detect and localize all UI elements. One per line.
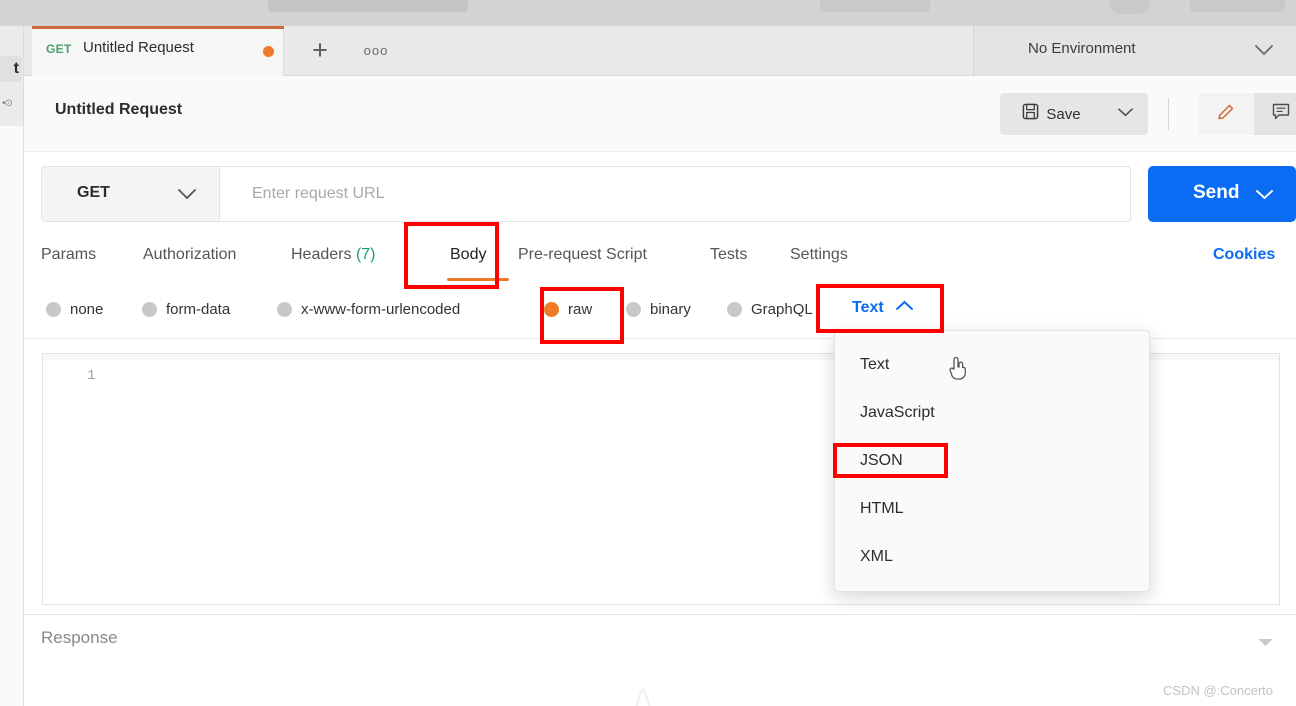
- body-type-binary[interactable]: binary: [626, 301, 691, 318]
- body-type-form-data-label: form-data: [166, 301, 231, 318]
- send-button[interactable]: Send: [1148, 166, 1296, 222]
- body-type-form-data[interactable]: form-data: [142, 301, 230, 318]
- chevron-down-icon[interactable]: [1257, 635, 1274, 653]
- content-type-selected-label: Text: [852, 299, 884, 316]
- tab-headers[interactable]: Headers (7): [291, 246, 376, 264]
- chevron-down-icon: [1254, 44, 1274, 62]
- radio-icon: [142, 302, 157, 317]
- chevron-up-icon: [894, 299, 915, 317]
- chevron-down-icon: [177, 188, 197, 206]
- active-tab-underline: [447, 278, 509, 281]
- chrome-ghost-control: [1190, 0, 1285, 12]
- request-tab-untitled[interactable]: GET Untitled Request: [32, 26, 284, 76]
- tab-headers-label: Headers: [291, 246, 352, 263]
- sidebar-partial-label: t: [0, 56, 22, 82]
- send-button-label: Send: [1193, 182, 1240, 203]
- chevron-down-icon: [1255, 188, 1274, 206]
- tab-params[interactable]: Params: [41, 246, 96, 264]
- tab-options-icon[interactable]: ooo: [358, 40, 394, 62]
- request-tab-bar: GET Untitled Request + ooo No Environmen…: [24, 26, 1296, 76]
- tab-headers-count: (7): [355, 246, 376, 263]
- chrome-ghost-avatar: [1110, 0, 1150, 14]
- radio-icon: [727, 302, 742, 317]
- save-options-button[interactable]: [1103, 93, 1148, 135]
- page-title: Untitled Request: [55, 101, 183, 118]
- body-type-raw-label: raw: [568, 301, 593, 318]
- response-pane: Response: [24, 615, 1296, 706]
- body-type-none[interactable]: none: [46, 301, 103, 318]
- chrome-ghost-item: [820, 0, 930, 12]
- new-tab-button[interactable]: +: [304, 36, 336, 66]
- menu-item-html[interactable]: HTML: [835, 485, 1151, 533]
- content-type-dropdown-trigger[interactable]: Text: [852, 299, 915, 317]
- edit-request-button[interactable]: [1198, 93, 1254, 135]
- environment-selector[interactable]: No Environment: [973, 26, 1296, 76]
- menu-item-text-label: Text: [860, 356, 890, 373]
- sidebar-lower-panel: [0, 126, 23, 706]
- body-type-graphql-label: GraphQL: [751, 301, 813, 318]
- http-method-selector[interactable]: GET: [41, 166, 219, 222]
- header-divider: [1168, 98, 1169, 130]
- radio-icon: [46, 302, 61, 317]
- tab-body[interactable]: Body: [450, 246, 486, 264]
- comment-icon: [1271, 102, 1291, 126]
- window-chrome-strip: [0, 0, 1296, 26]
- tab-settings[interactable]: Settings: [790, 246, 848, 264]
- sidebar-sliver: t •⊙: [0, 26, 24, 706]
- body-type-urlencoded[interactable]: x-www-form-urlencoded: [277, 301, 460, 318]
- menu-item-text[interactable]: Text: [835, 341, 1151, 389]
- body-type-graphql[interactable]: GraphQL: [727, 301, 813, 318]
- radio-selected-icon: [544, 302, 559, 317]
- menu-item-xml[interactable]: XML: [835, 533, 1151, 581]
- request-header-bar: Untitled Request Save: [24, 76, 1296, 152]
- request-url-input[interactable]: Enter request URL: [219, 166, 1131, 222]
- tab-name-label: Untitled Request: [83, 39, 194, 56]
- editor-line-number: 1: [87, 368, 96, 384]
- menu-item-json[interactable]: JSON: [835, 437, 1151, 485]
- request-section-tabs: Params Authorization Headers (7) Body Pr…: [24, 228, 1296, 288]
- menu-item-javascript[interactable]: JavaScript: [835, 389, 1151, 437]
- postman-app-window: t •⊙ GET Untitled Request + ooo No Envir…: [0, 0, 1296, 706]
- radio-icon: [277, 302, 292, 317]
- csdn-watermark: CSDN @:Concerto: [1163, 683, 1274, 698]
- url-bar-row: GET Enter request URL Send: [24, 152, 1296, 228]
- chevron-down-icon: [1117, 105, 1134, 123]
- save-button[interactable]: Save: [1000, 93, 1103, 135]
- tab-authorization[interactable]: Authorization: [143, 246, 236, 264]
- rocket-icon: [619, 683, 667, 706]
- content-type-dropdown-menu: Text JavaScript JSON HTML XML: [834, 330, 1150, 592]
- chrome-ghost-tab: [268, 0, 468, 12]
- cookies-link[interactable]: Cookies: [1213, 246, 1275, 264]
- active-tab-accent: [32, 26, 284, 29]
- environment-selected-label: No Environment: [1028, 40, 1136, 57]
- body-type-raw[interactable]: raw: [544, 301, 592, 318]
- save-button-label: Save: [1046, 105, 1081, 123]
- radio-icon: [626, 302, 641, 317]
- comment-button[interactable]: [1254, 93, 1296, 135]
- tab-tests[interactable]: Tests: [710, 246, 747, 264]
- floppy-disk-icon: [1022, 103, 1039, 125]
- http-method-label: GET: [77, 184, 110, 201]
- response-label: Response: [41, 628, 118, 647]
- pencil-icon: [1216, 102, 1236, 127]
- tab-method-label: GET: [46, 42, 72, 56]
- body-type-binary-label: binary: [650, 301, 691, 318]
- unsaved-dot-icon: [263, 46, 274, 57]
- sidebar-more-icon[interactable]: •⊙: [2, 98, 13, 109]
- hand-pointer-cursor-icon: [947, 355, 968, 386]
- body-type-urlencoded-label: x-www-form-urlencoded: [301, 301, 461, 318]
- body-type-none-label: none: [70, 301, 104, 318]
- request-url-placeholder: Enter request URL: [252, 185, 385, 202]
- tab-pre-request-script[interactable]: Pre-request Script: [518, 246, 647, 264]
